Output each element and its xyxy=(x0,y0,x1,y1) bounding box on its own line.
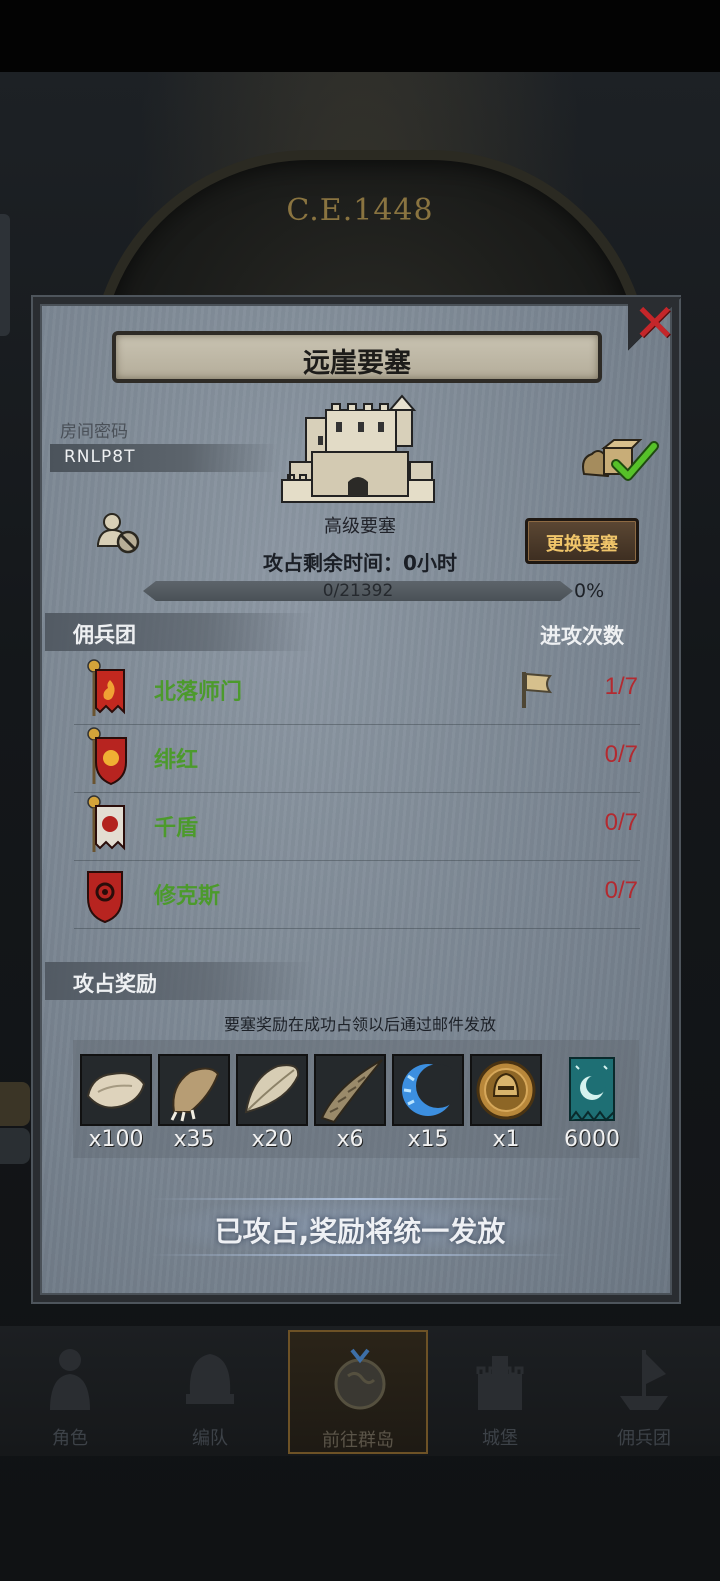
reward-item[interactable] xyxy=(314,1054,386,1126)
top-bar xyxy=(0,0,720,72)
reward-quantity: x1 xyxy=(492,1127,520,1152)
helmet-icon xyxy=(186,1354,234,1404)
attack-count: 0/7 xyxy=(604,877,638,904)
claw-icon xyxy=(170,1067,220,1122)
reward-item[interactable] xyxy=(158,1054,230,1126)
mercenary-name: 北落师门 xyxy=(154,680,243,705)
mercenary-row[interactable]: 修克斯 0/7 xyxy=(74,860,640,929)
knight-icon xyxy=(50,1349,90,1410)
close-button[interactable]: ✕ xyxy=(628,297,682,351)
title-banner: 远崖要塞 xyxy=(112,331,602,383)
change-fortress-label: 更换要塞 xyxy=(546,534,618,555)
mercenary-name: 千盾 xyxy=(154,816,199,841)
ship-icon xyxy=(620,1350,668,1410)
nav-label: 编队 xyxy=(192,1428,228,1449)
mercenary-name: 修克斯 xyxy=(154,884,221,909)
mercenary-section-header: 佣兵团 xyxy=(45,613,315,651)
nav-item-mercenary[interactable]: 佣兵团 xyxy=(574,1330,714,1454)
feather-icon xyxy=(244,1064,300,1114)
side-tab[interactable] xyxy=(0,214,10,336)
attack-count-header: 进攻次数 xyxy=(540,624,624,648)
room-password-label: 房间密码 xyxy=(60,422,128,442)
fur-pelt-icon xyxy=(86,1072,146,1109)
time-label: 攻占剩余时间： xyxy=(263,551,404,575)
helmet-coin-icon xyxy=(476,1060,536,1120)
claim-divider-top xyxy=(150,1198,568,1200)
reward-quantity: x100 xyxy=(88,1127,144,1152)
reward-section-title: 攻占奖励 xyxy=(73,972,157,996)
horn-icon xyxy=(320,1059,383,1124)
room-code[interactable]: RNLP8T xyxy=(64,447,135,467)
crescent-moon-icon xyxy=(402,1064,460,1116)
shield-emblem-icon xyxy=(87,871,123,924)
attack-count: 0/7 xyxy=(604,809,638,836)
panel-title: 远崖要塞 xyxy=(303,348,411,379)
globe-icon xyxy=(334,1348,386,1410)
nav-item-castle[interactable]: 城堡 xyxy=(430,1330,570,1454)
nav-label: 城堡 xyxy=(482,1428,518,1449)
reward-quantity: 6000 xyxy=(564,1127,620,1152)
mercenary-section-title: 佣兵团 xyxy=(73,623,136,647)
time-value: 0小时 xyxy=(403,551,457,575)
occupy-progress-bar: 0/21392 xyxy=(143,581,573,601)
reward-section-header: 攻占奖励 xyxy=(45,962,315,1000)
reward-quantity: x15 xyxy=(407,1127,449,1152)
change-fortress-button[interactable]: 更换要塞 xyxy=(525,518,639,564)
banner-emblem-icon xyxy=(87,795,125,852)
progress-text: 0/21392 xyxy=(322,581,394,601)
reward-quantity: x20 xyxy=(251,1127,293,1152)
mercenary-name: 绯红 xyxy=(154,748,199,773)
attack-flag-icon xyxy=(522,672,553,708)
attack-count: 1/7 xyxy=(604,673,638,700)
reward-quantity: x35 xyxy=(173,1127,215,1152)
mercenary-row[interactable]: 绯红 0/7 xyxy=(74,724,640,793)
shield-emblem-icon xyxy=(87,727,127,786)
no-visitors-icon[interactable] xyxy=(94,510,142,556)
reward-item[interactable] xyxy=(80,1054,152,1126)
reward-item[interactable] xyxy=(236,1054,308,1126)
era-label: C.E.1448 xyxy=(286,193,434,228)
nav-label: 前往群岛 xyxy=(322,1430,394,1451)
castle-icon xyxy=(476,1356,524,1410)
loot-claimed-icon[interactable] xyxy=(578,434,660,484)
reward-note: 要塞奖励在成功占领以后通过邮件发放 xyxy=(223,1015,496,1034)
side-ornament xyxy=(0,1082,30,1126)
side-ornament xyxy=(0,1128,30,1164)
nav-label: 角色 xyxy=(52,1428,88,1449)
banner-emblem-icon xyxy=(87,659,125,716)
claim-divider-bottom xyxy=(150,1254,568,1256)
nav-label: 佣兵团 xyxy=(617,1428,671,1449)
reward-quantity: x6 xyxy=(336,1127,364,1152)
claim-status-text: 已攻占,奖励将统一发放 xyxy=(214,1215,506,1248)
reward-item[interactable] xyxy=(556,1054,628,1126)
banner-icon xyxy=(569,1057,615,1122)
mercenary-row[interactable]: 北落师门 1/7 xyxy=(74,656,640,725)
fortress-castle-icon xyxy=(281,394,435,503)
nav-item-formation[interactable]: 编队 xyxy=(140,1330,280,1454)
reward-item[interactable] xyxy=(470,1054,542,1126)
nav-item-archipelago[interactable]: 前往群岛 xyxy=(288,1330,428,1454)
reward-item[interactable] xyxy=(392,1054,464,1126)
close-icon: ✕ xyxy=(633,294,677,354)
nav-item-character[interactable]: 角色 xyxy=(0,1330,140,1454)
mercenary-row[interactable]: 千盾 0/7 xyxy=(74,792,640,861)
progress-percent: 0% xyxy=(574,580,605,602)
attack-count: 0/7 xyxy=(604,741,638,768)
